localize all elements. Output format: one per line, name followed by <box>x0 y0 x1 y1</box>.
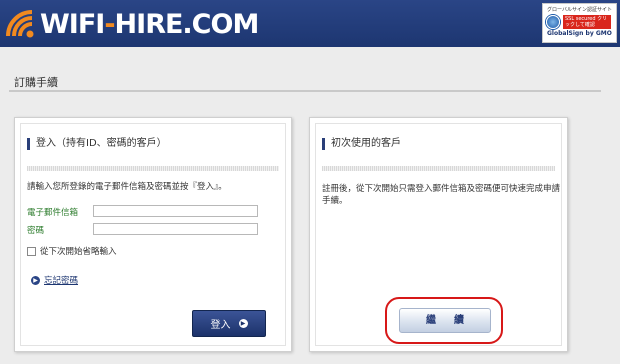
site-header: WIFI-HIRE.COM グローバルサイン認証サイト SSL secured … <box>0 0 620 47</box>
login-button[interactable]: 登入 ▶ <box>192 310 266 337</box>
forgot-password-link[interactable]: ▶ 忘記密碼 <box>31 274 78 286</box>
password-label: 密碼 <box>27 226 45 236</box>
ssl-seal-badge[interactable]: グローバルサイン認証サイト SSL secured クリックして確認 Globa… <box>542 3 617 43</box>
login-panel-heading: 登入（持有ID、密碼的客戶） <box>27 138 167 150</box>
divider <box>322 166 555 171</box>
ssl-badge-text: SSL secured クリックして確認 <box>563 15 611 29</box>
page-title: 訂購手續 <box>14 76 58 89</box>
page-title-bar: 訂購手續 <box>9 65 601 92</box>
site-logo[interactable]: WIFI-HIRE.COM <box>4 4 259 44</box>
description-line: 手續。 <box>322 196 348 206</box>
continue-button-highlight: 繼續 <box>385 297 503 344</box>
remember-me-label: 從下次開始省略輸入 <box>40 247 117 257</box>
password-field[interactable] <box>93 223 258 235</box>
email-label: 電子郵件信箱 <box>27 208 79 218</box>
new-customer-heading: 初次使用的客戶 <box>322 138 401 150</box>
forgot-password-label: 忘記密碼 <box>44 276 79 286</box>
ssl-seal-icon <box>546 15 560 29</box>
wifi-logo-icon <box>6 10 34 38</box>
remember-me-checkbox[interactable] <box>27 246 36 256</box>
continue-button[interactable]: 繼續 <box>399 308 491 333</box>
new-customer-description: 註冊後，從下次開始只需登入郵件信箱及密碼便可快速完成申請 手續。 <box>322 183 560 207</box>
ssl-badge-caption: グローバルサイン認証サイト <box>547 7 612 13</box>
login-panel-inner: 登入（持有ID、密碼的客戶） 請輸入您所登錄的電子郵件信箱及密碼並按『登入』。 … <box>20 123 286 346</box>
login-panel: 登入（持有ID、密碼的客戶） 請輸入您所登錄的電子郵件信箱及密碼並按『登入』。 … <box>14 117 292 352</box>
description-line: 註冊後，從下次開始只需登入郵件信箱及密碼便可快速完成申請 <box>322 184 561 194</box>
arrow-right-icon: ▶ <box>31 275 40 285</box>
login-description: 請輸入您所登錄的電子郵件信箱及密碼並按『登入』。 <box>27 182 227 192</box>
new-customer-panel-inner: 初次使用的客戶 註冊後，從下次開始只需登入郵件信箱及密碼便可快速完成申請 手續。… <box>315 123 562 346</box>
login-button-label: 登入 <box>210 320 231 331</box>
new-customer-panel: 初次使用的客戶 註冊後，從下次開始只需登入郵件信箱及密碼便可快速完成申請 手續。… <box>309 117 568 352</box>
arrow-right-icon: ▶ <box>238 319 248 328</box>
ssl-badge-brand: GlobalSign by GMO <box>547 30 612 37</box>
email-field[interactable] <box>93 205 258 217</box>
remember-me-row[interactable]: 從下次開始省略輸入 <box>27 245 117 257</box>
logo-text: WIFI-HIRE.COM <box>40 8 259 40</box>
divider <box>27 166 279 171</box>
